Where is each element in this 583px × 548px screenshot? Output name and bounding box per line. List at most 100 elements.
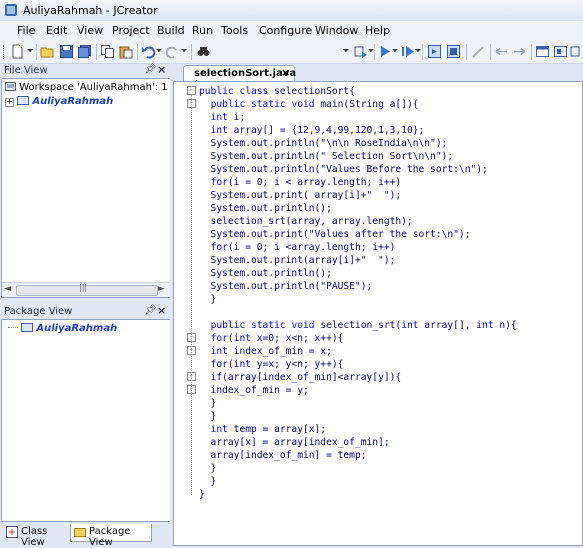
toolbar-separator [374, 44, 375, 60]
toolbar-separator [466, 44, 467, 60]
paste-icon[interactable] [118, 44, 133, 59]
class-view-icon [6, 526, 18, 538]
run-dropdown-arrow[interactable] [392, 49, 398, 52]
tab-package-view[interactable]: Package View [70, 524, 152, 548]
code-line[interactable]: System.out.println("Values Before the so… [199, 163, 488, 176]
code-line[interactable]: System.out.println(); [199, 202, 332, 215]
code-line[interactable]: } [199, 488, 205, 501]
pin-icon[interactable]: 📌︎ [144, 305, 157, 316]
close-icon[interactable]: × [157, 63, 166, 76]
code-line[interactable]: System.out.print( array[i]+" "); [199, 189, 402, 202]
file-view-panel: Workspace 'AuliyaRahmah': 1 Project + Au… [1, 78, 205, 298]
menu-window[interactable]: Window [315, 24, 358, 37]
find-icon[interactable] [196, 44, 211, 59]
code-line[interactable]: for(i = 0; i < array.length; i++) [199, 176, 402, 189]
menu-project[interactable]: Project [112, 24, 150, 37]
code-line[interactable]: System.out.println(); [199, 267, 332, 280]
menu-bar: File Edit View Project Build Run Tools C… [0, 21, 583, 41]
build-icon[interactable] [471, 44, 486, 59]
copy-icon[interactable] [100, 44, 115, 59]
forward-icon[interactable] [512, 44, 527, 59]
debug-icon[interactable] [400, 44, 415, 59]
scroll-thumb[interactable]: ||| [16, 283, 158, 296]
code-line[interactable]: index_of_min = y; [199, 384, 309, 397]
code-line[interactable]: System.out.println(" Selection Sort\n\n"… [199, 150, 454, 163]
new-file-icon[interactable] [10, 44, 25, 59]
code-line[interactable]: System.out.println("PAUSE"); [199, 280, 373, 293]
code-line[interactable]: if(array[index_of_min]<array[y]){ [199, 371, 402, 384]
code-line[interactable]: for(i = 0; i <array.length; i++) [199, 241, 396, 254]
code-line[interactable]: } [199, 410, 217, 423]
editor-gutter: - - - - - - [174, 82, 196, 545]
expand-plus-icon[interactable]: + [5, 98, 14, 107]
code-line[interactable]: array[x] = array[index_of_min]; [199, 436, 390, 449]
code-line[interactable]: } [199, 475, 217, 488]
code-line[interactable]: for(int x=0; x<n; x++){ [199, 332, 344, 345]
save-all-icon[interactable] [77, 44, 92, 59]
code-line[interactable]: } [199, 293, 217, 306]
close-icon[interactable]: × [157, 304, 166, 317]
toolbar-separator [191, 44, 192, 60]
menu-view[interactable]: View [77, 24, 103, 37]
menu-edit[interactable]: Edit [46, 24, 67, 37]
run-icon[interactable] [377, 44, 392, 59]
toolbar-separator [96, 44, 97, 60]
new-dropdown-arrow[interactable] [27, 49, 33, 52]
code-line[interactable]: System.out.print("Values after the sort:… [199, 228, 471, 241]
toolbar-separator [490, 44, 491, 60]
fold-collapse-icon[interactable]: - [187, 86, 196, 95]
search-dropdown-arrow[interactable] [343, 49, 349, 52]
menu-run[interactable]: Run [192, 24, 213, 37]
tab-class-view[interactable]: Class View [3, 524, 68, 548]
code-line[interactable]: System.out.println("\n\n RoseIndia\n\n")… [199, 137, 448, 150]
scroll-right-arrow-icon[interactable]: ► [158, 284, 165, 294]
project-node[interactable]: + AuliyaRahmah [5, 95, 113, 107]
code-line[interactable]: selection_srt(array, array.length); [199, 215, 413, 228]
module-icon[interactable] [446, 44, 461, 59]
code-line[interactable]: array[index_of_min] = temp; [199, 449, 367, 462]
menu-file[interactable]: File [17, 24, 35, 37]
save-icon[interactable] [59, 44, 74, 59]
code-line[interactable]: public static void selection_srt(int arr… [199, 319, 517, 332]
file-view-horizontal-scrollbar[interactable]: ◄ ||| ► [2, 282, 169, 297]
code-line[interactable]: int i; [199, 111, 246, 124]
code-line[interactable]: int index_of_min = x; [199, 345, 332, 358]
menu-build[interactable]: Build [157, 24, 185, 37]
compile-icon[interactable] [353, 44, 368, 59]
code-line[interactable]: System.out.print(array[i]+" "); [199, 254, 396, 267]
package-project-node[interactable]: AuliyaRahmah [8, 322, 117, 334]
code-line[interactable]: int array[] = {12,9,4,99,120,1,3,10}; [199, 124, 425, 137]
menu-tools[interactable]: Tools [221, 24, 248, 37]
undo-icon[interactable] [141, 44, 156, 59]
code-line[interactable]: } [199, 462, 217, 475]
undo-dropdown-arrow[interactable] [156, 49, 162, 52]
close-tab-icon[interactable]: × [281, 66, 290, 79]
code-line[interactable]: } [199, 397, 217, 410]
package-view-title: Package View [4, 306, 73, 317]
code-line[interactable]: for(int y=x; y<n; y++){ [199, 358, 344, 371]
editor-tab-selectionsort[interactable]: selectionSort.java * × [183, 65, 296, 90]
help-icon[interactable] [553, 44, 568, 59]
menu-configure[interactable]: Configure [259, 24, 312, 37]
menu-help[interactable]: Help [365, 24, 390, 37]
title-bar: AuliyaRahmah - JCreator [0, 0, 583, 22]
toolbar-overflow-icon[interactable] [569, 44, 581, 59]
step-icon[interactable] [427, 44, 442, 59]
back-icon[interactable] [494, 44, 509, 59]
redo-dropdown-arrow[interactable] [181, 49, 187, 52]
code-line[interactable]: public static void main(String a[]){ [199, 98, 419, 111]
debug-dropdown-arrow[interactable] [415, 49, 421, 52]
scroll-left-arrow-icon[interactable]: ◄ [4, 284, 11, 294]
open-folder-icon[interactable] [40, 44, 55, 59]
project-icon [21, 323, 34, 332]
file-view-title: File View [4, 65, 48, 76]
package-view-header: Package View 📌︎ × [0, 304, 169, 319]
window-icon[interactable] [535, 44, 550, 59]
code-line[interactable]: int temp = array[x]; [199, 423, 327, 436]
code-editor[interactable]: - - - - - - public class selectionSort{ … [173, 81, 583, 546]
code-line[interactable]: public class selectionSort{ [199, 85, 355, 98]
scroll-thumb-grip-icon: ||| [79, 283, 88, 292]
toolbar-grip[interactable] [3, 45, 7, 59]
pin-icon[interactable]: 📌︎ [144, 64, 157, 75]
redo-icon[interactable] [165, 44, 180, 59]
